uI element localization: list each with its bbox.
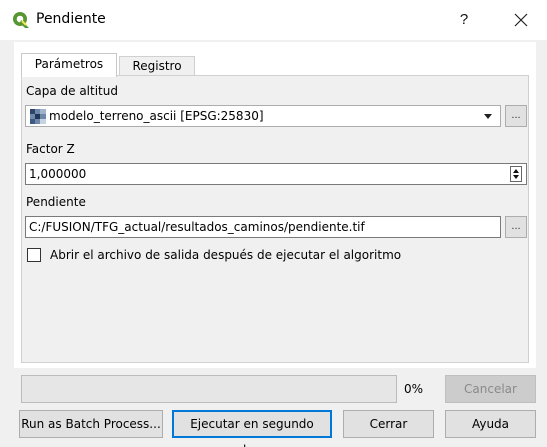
slope-output-path-value: C:/FUSION/TFG_actual/resultados_caminos/… [29, 220, 365, 234]
progress-percent: 0% [404, 382, 424, 396]
qgis-logo-icon [13, 12, 29, 28]
stepper-down-icon [513, 175, 519, 179]
chevron-down-icon [484, 114, 492, 119]
dialog-panel: Parámetros Registro Capa de altitud mode… [14, 42, 536, 368]
open-output-checkbox-label[interactable]: Abrir el archivo de salida después de ej… [50, 248, 401, 262]
tab-registro[interactable]: Registro [119, 56, 195, 76]
raster-layer-icon [30, 109, 46, 124]
close-window-button[interactable] [506, 6, 536, 34]
run-batch-process-button[interactable]: Run as Batch Process... [19, 410, 163, 438]
help-question-button[interactable]: ? [452, 6, 476, 34]
z-factor-label: Factor Z [26, 142, 75, 156]
z-factor-value: 1,000000 [29, 167, 87, 181]
stepper-up-icon [513, 169, 519, 173]
slope-output-path-field[interactable]: C:/FUSION/TFG_actual/resultados_caminos/… [25, 216, 501, 238]
run-in-background-button[interactable]: Ejecutar en segundo plano [172, 410, 332, 447]
close-icon [514, 13, 528, 27]
help-button[interactable]: Ayuda [445, 410, 536, 438]
altitude-layer-browse-button[interactable]: ... [505, 105, 527, 127]
tab-parametros[interactable]: Parámetros [21, 53, 117, 77]
window-title: Pendiente [36, 11, 106, 27]
slope-output-browse-button[interactable]: ... [505, 216, 527, 238]
cancel-button[interactable]: Cancelar [445, 375, 536, 403]
close-button[interactable]: Cerrar [343, 410, 434, 438]
altitude-layer-combobox[interactable]: modelo_terreno_ascii [EPSG:25830] [25, 105, 501, 127]
parameters-tab-body: Capa de altitud modelo_terreno_ascii [EP… [21, 75, 529, 363]
z-factor-spinbox[interactable]: 1,000000 [25, 163, 527, 185]
altitude-layer-value: modelo_terreno_ascii [EPSG:25830] [49, 109, 264, 123]
slope-output-label: Pendiente [26, 195, 86, 209]
open-output-checkbox[interactable] [27, 248, 41, 262]
z-factor-stepper[interactable] [510, 166, 522, 182]
altitude-layer-label: Capa de altitud [26, 84, 118, 98]
title-bar: Pendiente ? [0, 0, 547, 40]
progress-bar [21, 375, 397, 403]
